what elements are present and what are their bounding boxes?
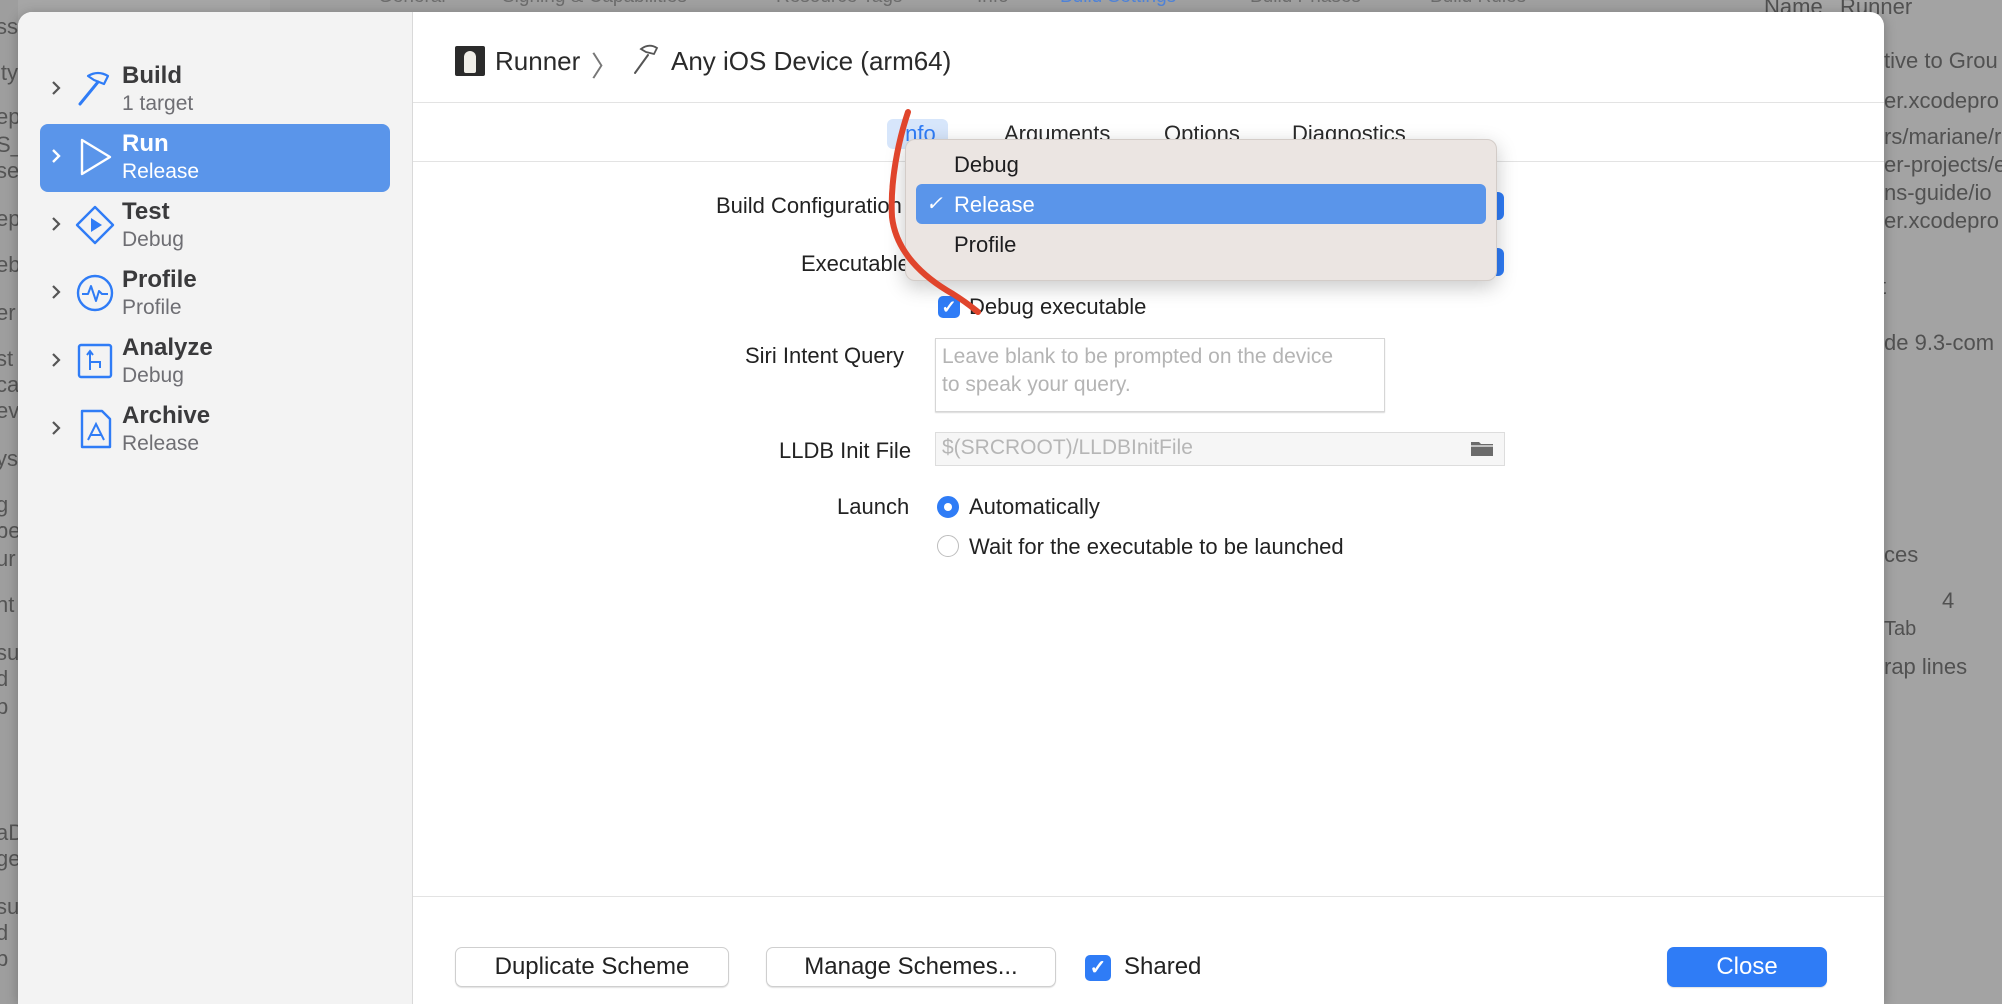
bg-fragment: ces (1884, 542, 1919, 567)
background-tab-bar: General Signing & Capabilities Resource … (270, 0, 1770, 12)
scheme-action-sidebar: Build 1 target Run Release Test Debug Pr… (18, 12, 413, 1004)
build-configuration-label: Build Configuration (716, 193, 902, 218)
menu-item-debug[interactable]: Debug (916, 144, 1486, 184)
menu-item-profile[interactable]: Profile (916, 224, 1486, 264)
build-configuration-menu: Debug ✓ Release Profile (905, 139, 1497, 281)
bg-fragment: er.xcodepro (1884, 208, 1999, 233)
sidebar-item-title: Profile (122, 266, 197, 293)
checkmark-icon: ✓ (926, 193, 943, 215)
lldb-init-file-placeholder: $(SRCROOT)/LLDBInitFile (942, 436, 1193, 459)
chevron-right-icon[interactable] (50, 418, 62, 438)
siri-intent-query-placeholder: Leave blank to be prompted on the device… (942, 345, 1334, 396)
folder-icon[interactable] (1470, 439, 1494, 457)
sheet-footer: Duplicate Scheme Manage Schemes... ✓ Sha… (413, 896, 1884, 1004)
test-diamond-icon (75, 205, 115, 245)
scheme-name[interactable]: Runner (495, 46, 580, 77)
bg-tab-signing: Signing & Capabilities (502, 0, 687, 8)
siri-intent-query-field[interactable]: Leave blank to be prompted on the device… (935, 338, 1385, 412)
lldb-init-file-label: LLDB Init File (779, 438, 912, 463)
sidebar-item-title: Build (122, 62, 182, 89)
bg-fragment: Tab (1884, 618, 1917, 640)
waveform-icon (76, 274, 114, 312)
hammer-icon (78, 71, 110, 106)
archive-app-icon (80, 409, 112, 449)
sidebar-item-subtitle: Release (122, 160, 200, 183)
launch-wait-label: Wait for the executable to be launched (969, 534, 1344, 559)
menu-item-label: Release (954, 192, 1035, 217)
bg-fragment: ns-guide/io (1884, 180, 1992, 205)
sidebar-item-title: Test (122, 198, 170, 225)
sidebar-item-test[interactable]: Test Debug (40, 192, 390, 260)
bg-fragment: er-projects/e (1884, 152, 2002, 177)
bg-fragment: 4 (1942, 588, 1955, 613)
sidebar-item-subtitle: Release (122, 432, 200, 455)
bg-fragment: rs/mariane/r (1884, 124, 2002, 149)
shared-checkbox[interactable]: ✓ (1085, 955, 1111, 981)
scheme-editor-sheet: Build 1 target Run Release Test Debug Pr… (18, 12, 1884, 1004)
sidebar-item-archive[interactable]: Archive Release (40, 396, 390, 464)
executable-popup[interactable] (1496, 248, 1504, 276)
bg-tab-general: General (378, 0, 446, 8)
launch-label: Launch (837, 494, 910, 519)
launch-automatically-label: Automatically (969, 494, 1100, 519)
bg-fragment: rap lines (1884, 654, 1968, 679)
analyze-branch-icon (77, 343, 113, 379)
menu-item-label: Profile (954, 232, 1017, 257)
manage-schemes-button[interactable]: Manage Schemes... (766, 947, 1056, 987)
lldb-init-file-field[interactable]: $(SRCROOT)/LLDBInitFile (935, 432, 1505, 466)
chevron-right-icon[interactable] (50, 146, 62, 166)
chevron-right-icon[interactable] (50, 214, 62, 234)
bg-tab-resource-tags: Resource Tags (776, 0, 902, 8)
destination-name[interactable]: Any iOS Device (arm64) (671, 46, 951, 77)
sidebar-item-subtitle: 1 target (122, 92, 194, 115)
menu-item-release[interactable]: ✓ Release (916, 184, 1486, 224)
bg-tab-build-rules: Build Rules (1430, 0, 1526, 8)
play-icon (80, 138, 112, 176)
launch-automatically-radio[interactable] (937, 496, 959, 518)
background-inspector (1880, 0, 2002, 1004)
sidebar-item-title: Archive (122, 402, 211, 429)
sidebar-item-subtitle: Debug (122, 228, 184, 251)
debug-executable-checkbox[interactable]: ✓ (938, 296, 960, 318)
sidebar-item-subtitle: Debug (122, 364, 184, 387)
bg-fragment: de 9.3-com (1884, 330, 1995, 355)
breadcrumb-separator: 〉 (591, 51, 620, 82)
menu-item-label: Debug (954, 152, 1019, 177)
sidebar-item-profile[interactable]: Profile Profile (40, 260, 390, 328)
bg-tab-info: Info (977, 0, 1009, 8)
siri-intent-query-label: Siri Intent Query (745, 343, 904, 368)
shared-label: Shared (1124, 953, 1202, 980)
bg-fragment: tive to Grou (1884, 48, 1998, 73)
chevron-right-icon[interactable] (50, 282, 62, 302)
chevron-right-icon[interactable] (50, 350, 62, 370)
bg-fragment: er.xcodepro (1884, 88, 1999, 113)
sidebar-item-analyze[interactable]: Analyze Debug (40, 328, 390, 396)
background-left-pane: ssityepS_ seepeber stcaevys g rpeurnt su… (0, 0, 18, 1004)
sidebar-item-run[interactable]: Run Release (40, 124, 390, 192)
launch-wait-radio[interactable] (937, 535, 959, 557)
debug-executable-label: Debug executable (969, 294, 1147, 319)
close-button[interactable]: Close (1667, 947, 1827, 987)
sidebar-item-subtitle: Profile (122, 296, 182, 319)
sidebar-item-title: Run (122, 130, 169, 157)
build-configuration-popup[interactable] (1496, 192, 1504, 220)
sidebar-item-build[interactable]: Build 1 target (40, 56, 390, 124)
bg-tab-build-settings: Build Settings (1060, 0, 1176, 8)
runner-app-icon (455, 46, 485, 76)
bg-tab-build-phases: Build Phases (1250, 0, 1361, 8)
scheme-destination-breadcrumb[interactable]: Runner 〉 Any iOS Device (arm64) (413, 12, 1884, 103)
sidebar-item-title: Analyze (122, 334, 213, 361)
duplicate-scheme-button[interactable]: Duplicate Scheme (455, 947, 729, 987)
executable-label: Executable (801, 251, 910, 276)
hammer-icon (634, 44, 659, 74)
chevron-right-icon[interactable] (50, 78, 62, 98)
